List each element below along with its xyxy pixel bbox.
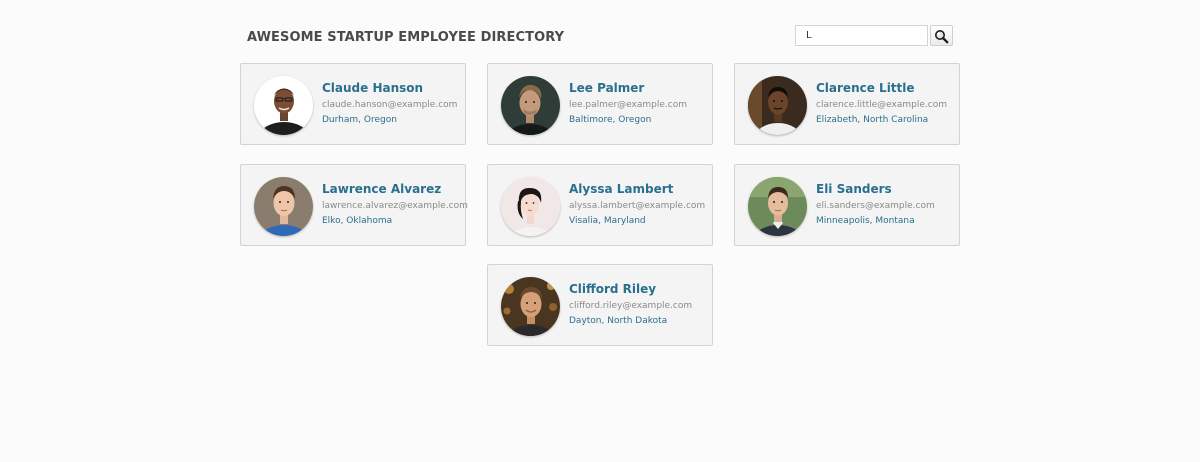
employee-name: Claude Hanson (322, 81, 424, 95)
employee-card[interactable]: Clarence Little clarence.little@example.… (734, 63, 960, 145)
employee-email: clifford.riley@example.com (569, 301, 693, 311)
employee-card[interactable]: Claude Hanson claude.hanson@example.com … (240, 63, 466, 145)
employee-card[interactable]: Alyssa Lambert alyssa.lambert@example.co… (487, 164, 713, 246)
search-button[interactable] (930, 25, 953, 46)
employee-name: Clarence Little (816, 81, 915, 95)
employee-location: Minneapolis, Montana (816, 216, 915, 226)
employee-name: Clifford Riley (569, 282, 657, 296)
employee-location: Visalia, Maryland (569, 216, 646, 226)
magnifier-icon (935, 30, 949, 44)
employee-card[interactable]: Lawrence Alvarez lawrence.alvarez@exampl… (240, 164, 468, 246)
avatar (501, 177, 560, 236)
employee-email: lee.palmer@example.com (569, 100, 687, 110)
avatar (501, 76, 560, 135)
avatar (748, 177, 807, 236)
avatar (501, 277, 560, 336)
search-input[interactable] (795, 25, 928, 46)
employee-name: Lee Palmer (569, 81, 645, 95)
avatar (748, 76, 807, 135)
employee-name: Alyssa Lambert (569, 182, 674, 196)
employee-location: Dayton, North Dakota (569, 316, 668, 326)
employee-email: alyssa.lambert@example.com (569, 201, 706, 211)
avatar (254, 177, 313, 236)
avatar (254, 76, 313, 135)
employee-location: Baltimore, Oregon (569, 115, 652, 125)
employee-location: Durham, Oregon (322, 115, 397, 125)
employee-email: eli.sanders@example.com (816, 201, 935, 211)
page-title: AWESOME STARTUP EMPLOYEE DIRECTORY (247, 30, 565, 45)
employee-name: Eli Sanders (816, 182, 892, 196)
employee-name: Lawrence Alvarez (322, 182, 442, 196)
employee-location: Elizabeth, North Carolina (816, 115, 929, 125)
employee-card[interactable]: Lee Palmer lee.palmer@example.com Baltim… (487, 63, 713, 145)
employee-email: clarence.little@example.com (816, 100, 947, 110)
employee-email: lawrence.alvarez@example.com (322, 201, 468, 211)
employee-card[interactable]: Clifford Riley clifford.riley@example.co… (487, 264, 713, 346)
employee-location: Elko, Oklahoma (322, 216, 393, 226)
employee-email: claude.hanson@example.com (322, 100, 458, 110)
employee-card[interactable]: Eli Sanders eli.sanders@example.com Minn… (734, 164, 960, 246)
